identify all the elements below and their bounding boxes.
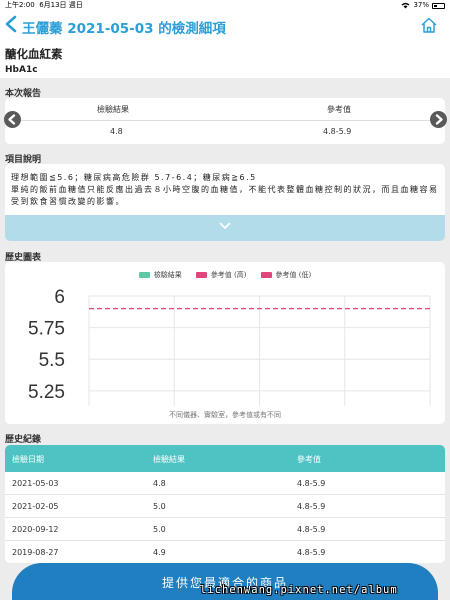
status-time: 上午2:00 6月13日 週日 [5,0,83,11]
home-button[interactable] [420,16,438,34]
item-header: 醣化血紅素 HbA1c [0,39,450,78]
chevron-left-icon [5,15,17,33]
date-text: 6月13日 週日 [39,1,83,9]
back-button[interactable] [4,15,22,35]
report-card: 檢驗結果 參考值 4.8 4.8-5.9 [5,98,445,144]
chart-card: 檢驗結果 參考值 (高) 參考值 (低) 6 5.75 5.5 5.25 不同儀器、實驗室… [5,262,445,424]
wifi-icon [401,2,410,9]
page-title: 王儷蓁 2021-05-03 的檢測細項 [22,21,226,37]
watermark: lichenwang.pixnet.net/album [200,584,398,596]
history-reference-cell: 4.8-5.9 [297,479,326,488]
previous-button[interactable] [4,111,21,128]
history-reference-cell: 4.8-5.9 [297,525,326,534]
table-row: 2021-02-05 5.0 4.8-5.9 [5,495,445,518]
history-result-cell: 4.8 [153,479,166,488]
history-reference-header: 參考值 [297,455,321,464]
table-row: 2021-05-03 4.8 4.8-5.9 [5,472,445,495]
battery-percent: 37% [413,1,429,9]
history-result-cell: 5.0 [153,502,166,511]
history-result-cell: 4.9 [153,548,166,557]
history-date-header: 檢驗日期 [12,455,44,464]
y-tick-label: 5.25 [28,382,65,403]
y-tick-label: 5.75 [28,319,65,340]
table-row: 2020-09-12 5.0 4.8-5.9 [5,518,445,541]
status-right: 37% [401,0,445,11]
expand-description-button[interactable] [5,215,445,241]
report-divider [15,120,435,121]
time-text: 上午2:00 [5,1,35,9]
report-result-header: 檢驗結果 [97,105,129,114]
table-row: 2019-08-27 4.9 4.8-5.9 [5,541,445,563]
report-reference-value: 4.8-5.9 [323,127,352,136]
description-text: 理想範圍≦5.6；糖尿病高危險群 5.7-6.4；糖尿病≧6.5 單純的飯前血糖… [11,172,441,208]
nav-bar: 王儷蓁 2021-05-03 的檢測細項 [0,11,450,39]
battery-icon [432,2,445,9]
next-button[interactable] [430,111,447,128]
history-reference-cell: 4.8-5.9 [297,548,326,557]
history-date-cell: 2021-02-05 [12,502,59,511]
history-date-cell: 2020-09-12 [12,525,59,534]
chart-note: 不同儀器、實驗室，參考值或有不同 [169,411,281,419]
y-tick-label: 6 [54,287,65,308]
description-card: 理想範圍≦5.6；糖尿病高危險群 5.7-6.4；糖尿病≧6.5 單純的飯前血糖… [5,164,445,241]
description-line-1: 理想範圍≦5.6；糖尿病高危險群 5.7-6.4；糖尿病≧6.5 [11,173,257,182]
history-date-cell: 2021-05-03 [12,479,59,488]
report-reference-header: 參考值 [327,105,351,114]
home-icon [421,17,437,33]
history-table-header: 檢驗日期 檢驗結果 參考值 [5,445,445,472]
item-code: HbA1c [5,65,38,75]
description-line-2: 單純的飯前血糖值只能反應出過去８小時空腹的血糖值，不能代表整體血糖控制的狀況，而… [11,185,439,206]
report-result-value: 4.8 [110,127,123,136]
arrow-right-icon [435,114,443,125]
history-table: 檢驗日期 檢驗結果 參考值 2021-05-03 4.8 4.8-5.9 2021-0… [5,445,445,563]
history-result-header: 檢驗結果 [153,455,185,464]
history-result-cell: 5.0 [153,525,166,534]
history-date-cell: 2019-08-27 [12,548,59,557]
history-chart: 6 5.75 5.5 5.25 [28,287,431,406]
chevron-down-icon [219,222,231,233]
status-bar: 上午2:00 6月13日 週日 37% [0,0,450,11]
history-reference-cell: 4.8-5.9 [297,502,326,511]
y-tick-label: 5.5 [39,350,65,371]
history-section-label: 歷史紀錄 [5,435,42,445]
item-name: 醣化血紅素 [5,47,63,61]
arrow-left-icon [8,114,16,125]
